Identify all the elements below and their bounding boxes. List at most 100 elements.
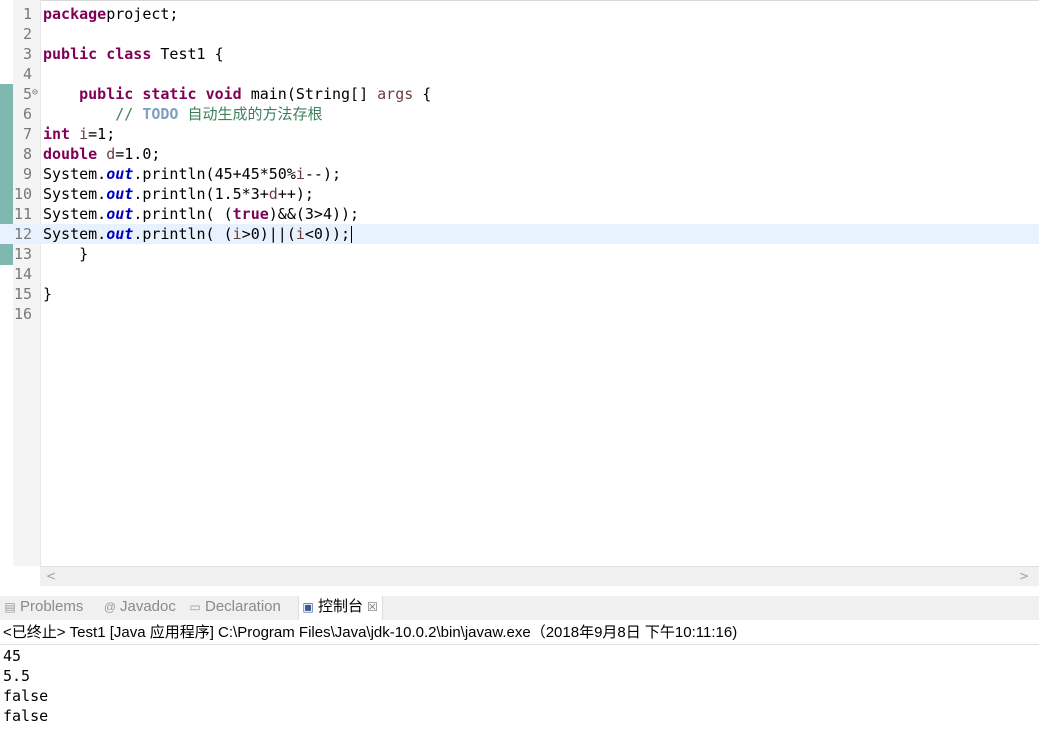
code-token: int xyxy=(43,125,71,143)
line-number: 1 xyxy=(22,5,32,23)
code-line[interactable]: 12 System.out.println( (i>0)||(i<0)); xyxy=(0,224,1039,244)
code-line[interactable]: 14 xyxy=(0,264,1039,284)
code-token: =1; xyxy=(88,125,116,143)
tab-console[interactable]: ▣ 控制台 ☒ xyxy=(298,596,383,620)
horizontal-scrollbar[interactable]: < > xyxy=(40,566,1039,586)
code-token: args xyxy=(377,85,414,103)
code-token: main(String[] xyxy=(241,85,378,103)
console-icon: ▣ xyxy=(302,600,314,614)
console-output-line: false xyxy=(3,707,49,725)
console-output-line: false xyxy=(3,687,49,705)
code-text: System.out.println( (true)&&(3>4)); xyxy=(43,204,359,224)
code-token: public xyxy=(43,45,98,63)
tab-javadoc[interactable]: @ Javadoc xyxy=(103,596,176,620)
code-line[interactable]: 4 xyxy=(0,64,1039,84)
code-line[interactable]: 10 System.out.println(1.5*3+d++); xyxy=(0,184,1039,204)
console-output[interactable]: 45 5.5 false false xyxy=(3,646,48,726)
scroll-left-icon[interactable]: < xyxy=(46,567,56,585)
problems-icon: ▤ xyxy=(4,600,16,614)
code-token: System. xyxy=(43,205,107,223)
code-token: true xyxy=(232,205,269,223)
code-token: static xyxy=(142,85,197,103)
code-token: double xyxy=(43,145,98,163)
code-line[interactable]: 8 double d=1.0; xyxy=(0,144,1039,164)
code-token: Test1 { xyxy=(151,45,224,63)
tab-javadoc-label: Javadoc xyxy=(120,598,176,615)
code-token: i xyxy=(295,165,305,183)
code-token: .println( ( xyxy=(133,225,233,243)
code-line[interactable]: 15} xyxy=(0,284,1039,304)
code-token: d xyxy=(268,185,278,203)
line-number: 3 xyxy=(22,45,32,63)
console-launch-info: <已终止> Test1 [Java 应用程序] C:\Program Files… xyxy=(0,622,1039,645)
code-text: System.out.println( (i>0)||(i<0)); xyxy=(43,224,353,244)
code-token: class xyxy=(106,45,152,63)
tab-console-label: 控制台 xyxy=(318,598,364,615)
code-token: d xyxy=(106,145,116,163)
line-number: 10 xyxy=(13,185,32,203)
code-line[interactable]: 11 System.out.println( (true)&&(3>4)); xyxy=(0,204,1039,224)
code-text: } xyxy=(43,244,88,264)
code-editor[interactable]: 1 packageproject; 2 3 public class Test1 {4 5… xyxy=(0,0,1039,586)
editor-top-border xyxy=(0,0,1039,1)
code-token: package xyxy=(43,5,107,23)
tab-declaration-label: Declaration xyxy=(205,598,281,615)
code-token: i xyxy=(295,225,305,243)
code-line[interactable]: 2 xyxy=(0,24,1039,44)
code-line[interactable]: 3 public class Test1 { xyxy=(0,44,1039,64)
code-token: System. xyxy=(43,165,107,183)
code-line[interactable]: 6 // TODO 自动生成的方法存根 xyxy=(0,104,1039,124)
code-token: out xyxy=(106,225,134,243)
code-token: i xyxy=(232,225,242,243)
code-token: out xyxy=(106,205,134,223)
code-token: =1.0; xyxy=(115,145,161,163)
console-output-line: 45 xyxy=(3,647,22,665)
code-line[interactable]: 13 } xyxy=(0,244,1039,264)
tab-problems-label: Problems xyxy=(20,598,84,615)
code-line[interactable]: 1 packageproject; xyxy=(0,4,1039,24)
code-token: void xyxy=(205,85,242,103)
line-number: 15 xyxy=(13,285,32,303)
code-token: project; xyxy=(106,5,179,23)
code-text: // TODO 自动生成的方法存根 xyxy=(43,104,322,124)
code-line[interactable]: 5 ⊖ public static void main(String[] args… xyxy=(0,84,1039,104)
code-token: { xyxy=(413,85,432,103)
line-number: 6 xyxy=(22,105,32,123)
code-token: <0)); xyxy=(304,225,351,243)
code-lines[interactable]: 1 packageproject; 2 3 public class Test1 {4 5… xyxy=(0,4,1039,324)
code-token: i xyxy=(79,125,89,143)
code-token: .println(1.5*3+ xyxy=(133,185,269,203)
code-line[interactable]: 16 xyxy=(0,304,1039,324)
code-text: int i=1; xyxy=(43,124,115,144)
code-token: .println( ( xyxy=(133,205,233,223)
declaration-icon: ▭ xyxy=(189,600,201,614)
tab-problems[interactable]: ▤ Problems xyxy=(3,596,83,620)
scroll-right-icon[interactable]: > xyxy=(1019,567,1029,585)
code-token: --); xyxy=(304,165,342,183)
code-line[interactable]: 9 System.out.println(45+45*50%i--); xyxy=(0,164,1039,184)
code-token: out xyxy=(106,165,134,183)
code-text: double d=1.0; xyxy=(43,144,160,164)
code-token: ++); xyxy=(277,185,314,203)
line-number: 2 xyxy=(22,25,32,43)
code-text: System.out.println(1.5*3+d++); xyxy=(43,184,314,204)
line-number: 5 xyxy=(22,85,32,103)
code-token: TODO xyxy=(142,105,179,123)
tab-declaration[interactable]: ▭ Declaration xyxy=(188,596,281,620)
line-number: 12 xyxy=(13,225,32,243)
fold-toggle-icon[interactable]: ⊖ xyxy=(32,84,38,102)
bottom-panel-tabs: ▤ Problems @ Javadoc ▭ Declaration ▣ 控制台 ☒ xyxy=(0,596,1039,620)
line-number: 9 xyxy=(22,165,32,183)
close-icon[interactable]: ☒ xyxy=(367,600,378,614)
code-token: out xyxy=(106,185,134,203)
code-token: .println(45+45*50% xyxy=(133,165,296,183)
code-line[interactable]: 7 int i=1; xyxy=(0,124,1039,144)
console-output-line: 5.5 xyxy=(3,667,31,685)
code-token: )&&(3>4)); xyxy=(268,205,360,223)
line-number: 7 xyxy=(22,125,32,143)
